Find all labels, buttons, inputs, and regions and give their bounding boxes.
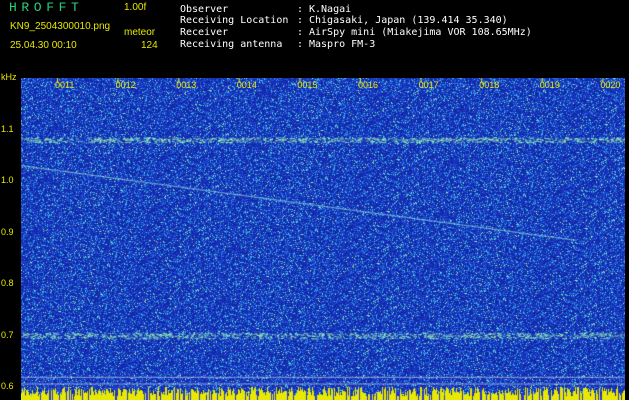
location-label: Receiving Location (180, 15, 289, 26)
app-logo: HROFFT (9, 0, 84, 15)
receiver-value: AirSpy mini (Miakejima VOR 108.65MHz) (309, 27, 532, 38)
y-tick-label: 0.6 (1, 381, 14, 392)
time-tick-label: 0012 (115, 80, 136, 90)
meteor-count: 124 (141, 40, 158, 51)
capture-datetime: 25.04.30 00:10 (10, 40, 77, 51)
location-value: Chigasaki, Japan (139.414 35.340) (309, 15, 508, 26)
receiver-label: Receiver (180, 27, 229, 38)
time-tick-label: 0017 (418, 80, 439, 90)
time-tick-label: 0015 (297, 80, 318, 90)
observer-value: K.Nagai (309, 4, 352, 15)
time-tick-label: 0016 (358, 80, 379, 90)
observer-colon: : (297, 4, 304, 15)
antenna-label: Receiving antenna (180, 39, 283, 50)
time-tick-label: 0019 (539, 80, 560, 90)
time-tick-label: 0014 (236, 80, 257, 90)
antenna-colon: : (297, 39, 304, 50)
spectrogram (21, 78, 625, 400)
time-tick-label: 0011 (55, 80, 75, 90)
observer-label: Observer (180, 4, 229, 15)
y-tick-label: 1.1 (1, 123, 14, 134)
location-colon: : (297, 15, 304, 26)
hrofft-screen: HROFFT 1.00f KN9_2504300010.png 25.04.30… (0, 0, 629, 400)
time-tick-label: 0020 (600, 80, 621, 90)
time-tick-label: 0013 (176, 80, 197, 90)
receiver-colon: : (297, 27, 304, 38)
time-tick-label: 0018 (479, 80, 500, 90)
antenna-value: Maspro FM-3 (309, 39, 376, 50)
file-name: KN9_2504300010.png (10, 21, 111, 32)
meteor-label: meteor (124, 27, 156, 38)
app-version: 1.00f (124, 2, 147, 13)
y-tick-label: 0.7 (1, 329, 14, 340)
y-tick-label: 0.8 (1, 278, 14, 289)
y-axis-unit: kHz (1, 72, 17, 82)
y-tick-label: 1.0 (1, 175, 14, 186)
y-tick-label: 0.9 (1, 226, 14, 237)
